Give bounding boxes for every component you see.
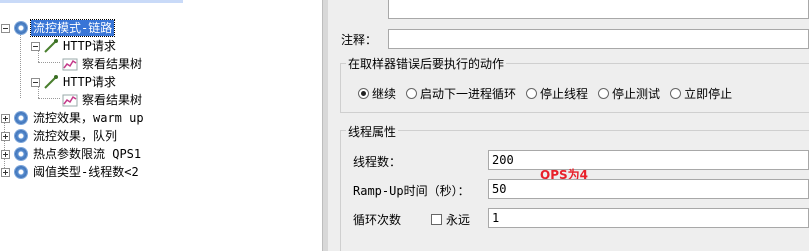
tree-top-highlight xyxy=(0,0,183,3)
radio-icon xyxy=(670,88,682,99)
thread-group-gear-icon xyxy=(13,146,29,162)
tree-node-http-request[interactable]: HTTP请求 xyxy=(31,73,118,91)
radio-continue[interactable]: 继续 xyxy=(358,85,396,102)
sampler-error-group-title: 在取样器错误后要执行的动作 xyxy=(346,55,507,72)
threads-label: 线程数： xyxy=(353,155,402,169)
radio-icon xyxy=(598,88,610,99)
collapse-icon[interactable] xyxy=(31,77,40,87)
tree-node-label: 察看结果树 xyxy=(82,57,143,71)
tree-node-label: 流控模式-链路 xyxy=(29,19,116,37)
tree-node-threshold-threads[interactable]: 阈值类型-线程数<2 xyxy=(1,163,141,181)
radio-selected-icon xyxy=(358,88,369,99)
radio-label: 启动下一进程循环 xyxy=(420,87,517,101)
radio-start-next-loop[interactable]: 启动下一进程循环 xyxy=(406,85,516,102)
loop-count-input[interactable]: 1 xyxy=(488,208,809,228)
rampup-input[interactable]: 50 xyxy=(488,179,809,199)
tree-node-label: 察看结果树 xyxy=(82,93,143,107)
expand-icon[interactable] xyxy=(1,167,10,177)
expand-icon[interactable] xyxy=(1,113,10,123)
radio-icon xyxy=(406,88,418,99)
collapse-icon[interactable] xyxy=(31,41,40,51)
tree-node-label: 流控效果，warm up xyxy=(33,111,144,125)
radio-label: 立即停止 xyxy=(684,87,733,101)
tree-node-view-results-tree[interactable]: 察看结果树 xyxy=(62,91,144,109)
listener-graph-icon xyxy=(62,92,78,108)
radio-label: 继续 xyxy=(372,87,397,101)
tree-node-flow-effect-warmup[interactable]: 流控效果，warm up xyxy=(1,109,146,127)
thread-group-gear-icon xyxy=(13,164,29,180)
name-field[interactable] xyxy=(388,0,809,19)
comment-input[interactable] xyxy=(388,29,809,49)
test-plan-tree: 流控模式-链路 HTTP请求 察看结果树 HTTP请求 察看结果树 流控效果，w… xyxy=(0,0,322,251)
radio-stop-thread[interactable]: 停止线程 xyxy=(526,85,588,102)
thread-group-gear-icon xyxy=(13,20,29,36)
radio-icon xyxy=(526,88,538,99)
forever-checkbox[interactable]: 永远 xyxy=(431,211,470,228)
radio-label: 停止测试 xyxy=(612,87,661,101)
expand-icon[interactable] xyxy=(1,131,10,141)
tree-node-flow-mode-chain[interactable]: 流控模式-链路 xyxy=(1,19,116,37)
threads-input[interactable]: 200 xyxy=(488,150,809,170)
thread-group-gear-icon xyxy=(13,110,29,126)
radio-label: 停止线程 xyxy=(540,87,589,101)
tree-node-label: HTTP请求 xyxy=(63,39,116,53)
loop-count-label: 循环次数 xyxy=(353,213,402,227)
rampup-label: Ramp-Up时间（秒）： xyxy=(353,184,470,198)
thread-group-gear-icon xyxy=(13,128,29,144)
http-sampler-pipette-icon xyxy=(43,74,59,90)
tree-node-label: 流控效果，队列 xyxy=(33,129,118,143)
tree-node-label: HTTP请求 xyxy=(63,75,116,89)
radio-stop-test[interactable]: 停止测试 xyxy=(598,85,660,102)
collapse-icon[interactable] xyxy=(1,23,10,33)
http-sampler-pipette-icon xyxy=(43,38,59,54)
tree-node-label: 阈值类型-线程数<2 xyxy=(33,165,139,179)
tree-node-flow-effect-queue[interactable]: 流控效果，队列 xyxy=(1,127,119,145)
radio-stop-now[interactable]: 立即停止 xyxy=(670,85,732,102)
checkbox-icon xyxy=(431,214,442,225)
tree-node-view-results-tree[interactable]: 察看结果树 xyxy=(62,55,144,73)
tree-node-http-request[interactable]: HTTP请求 xyxy=(31,37,118,55)
forever-label: 永远 xyxy=(446,213,471,227)
thread-group-config-panel: 注释： 在取样器错误后要执行的动作 继续 启动下一进程循环 停止线程 停止测试 … xyxy=(328,0,809,251)
sampler-error-options: 继续 启动下一进程循环 停止线程 停止测试 立即停止 xyxy=(358,85,742,102)
tree-node-hot-param-qps[interactable]: 热点参数限流 QPS1 xyxy=(1,145,143,163)
thread-properties-title: 线程属性 xyxy=(346,123,399,140)
expand-icon[interactable] xyxy=(1,149,10,159)
comment-label: 注释： xyxy=(341,33,378,47)
tree-node-label: 热点参数限流 QPS1 xyxy=(33,147,142,161)
listener-graph-icon xyxy=(62,56,78,72)
